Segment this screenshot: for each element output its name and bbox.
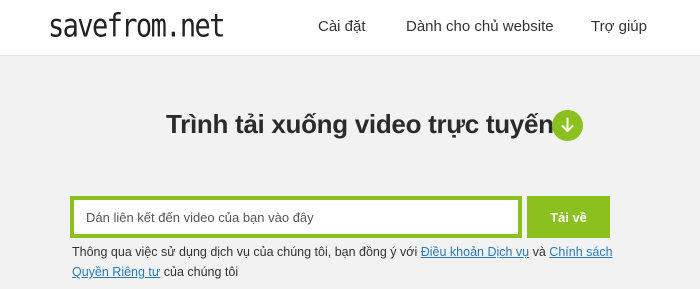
terms-notice: Thông qua việc sử dụng dịch vụ của chúng…	[72, 242, 632, 282]
nav-webmaster[interactable]: Dành cho chủ website	[406, 18, 554, 36]
nav-help[interactable]: Trợ giúp	[591, 18, 647, 36]
url-input-frame	[70, 196, 522, 238]
terms-and: và	[529, 245, 550, 259]
page-title: Trình tải xuống video trực tuyếnr	[166, 109, 564, 139]
terms-prefix: Thông qua việc sử dụng dịch vụ của chúng…	[72, 245, 421, 259]
download-arrow-icon	[552, 110, 583, 141]
terms-of-service-link[interactable]: Điều khoản Dịch vụ	[421, 245, 529, 259]
download-button[interactable]: Tải về	[527, 196, 610, 238]
site-header: savefrom.net Cài đặt Dành cho chủ websit…	[0, 0, 700, 56]
url-input[interactable]	[74, 200, 518, 234]
terms-suffix: của chúng tôi	[160, 265, 239, 279]
nav-settings[interactable]: Cài đặt	[318, 18, 366, 36]
site-logo[interactable]: savefrom.net	[48, 8, 225, 46]
